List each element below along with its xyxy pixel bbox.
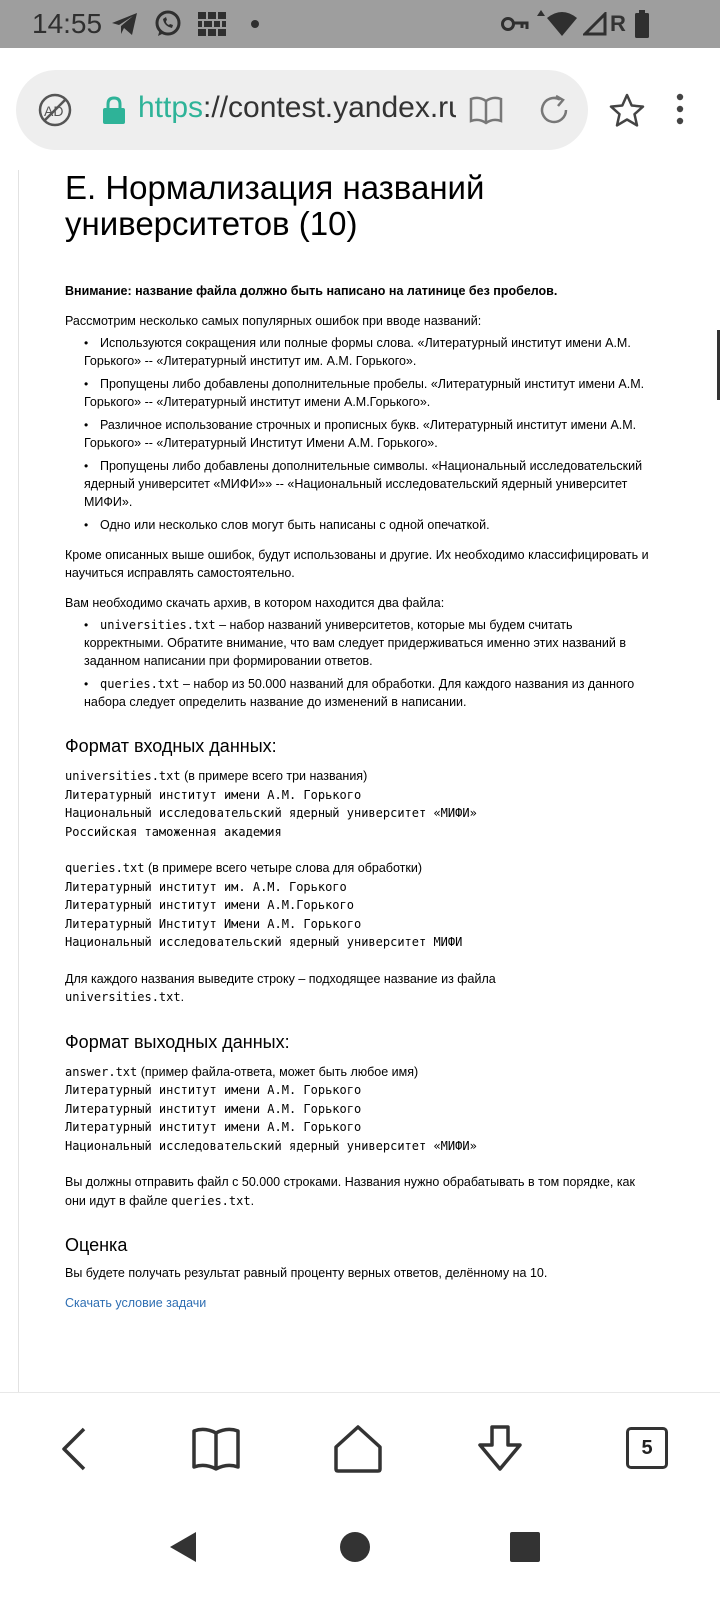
address-bar[interactable]: AD https://contest.yandex.ru [16,70,588,150]
file-name: universities.txt [65,990,181,1004]
input-instruction: Для каждого названия выведите строку – п… [65,970,655,1007]
list-item: Пропущены либо добавлены дополнительные … [84,375,655,411]
example-line: Национальный исследовательский ядерный у… [65,935,463,949]
whatsapp-icon [152,10,184,38]
list-item: queries.txt – набор из 50.000 названий д… [84,675,655,711]
example-line: Литературный институт имени А.М. Горьког… [65,1083,362,1097]
input-example: universities.txt (в примере всего три на… [65,767,655,1007]
file-name: queries.txt [100,677,180,691]
url-scheme: https [138,91,204,124]
url-text[interactable]: https://contest.yandex.ru [138,91,456,125]
system-home-icon[interactable] [338,1530,372,1564]
browser-toolbar: AD https://contest.yandex.ru [0,48,720,170]
score-text: Вы будете получать результат равный проц… [65,1266,548,1280]
example-line: Литературный институт им. А.М. Горького [65,879,347,894]
example-line: Литературный институт имени А.М. Горьког… [65,1101,362,1116]
tabs-button[interactable]: 5 [626,1427,668,1469]
instruction-end: . [250,1193,255,1208]
roaming-indicator: R [610,11,626,36]
problem-statement: E. Нормализация названий университетов (… [65,170,655,1312]
example-line: Литературный институт имени А.М. Горьког… [65,1120,362,1134]
example-note: (пример файла-ответа, может быть любое и… [137,1064,419,1079]
telegram-icon [110,10,140,38]
browser-bottom-nav: 5 [0,1392,720,1510]
home-icon[interactable] [332,1423,384,1475]
output-format-heading: Формат выходных данных: [65,1031,290,1052]
list-item: universities.txt – набор названий универ… [84,616,655,670]
file-name: universities.txt [100,618,216,632]
warning-text: Внимание: название файла должно быть нап… [65,284,558,298]
menu-icon[interactable] [670,92,690,132]
errors-list: Используются сокращения или полные формы… [65,334,655,534]
reader-mode-icon[interactable] [468,92,504,128]
output-example: answer.txt (пример файла-ответа, может б… [65,1063,655,1211]
instruction-text: Вы должны отправить файл с 50.000 строка… [65,1175,635,1208]
page-content: E. Нормализация названий университетов (… [0,170,720,1392]
back-icon[interactable] [50,1423,102,1475]
files-list: universities.txt – набор названий универ… [65,616,655,711]
example-line: Российская таможенная академия [65,824,282,839]
reload-icon[interactable] [536,92,572,128]
output-instruction: Вы должны отправить файл с 50.000 строка… [65,1173,655,1210]
dot-icon [248,10,262,38]
list-item: Одно или несколько слов могут быть напис… [84,516,655,534]
lock-icon [102,96,126,124]
left-border [18,170,19,1392]
system-recents-icon[interactable] [508,1530,542,1564]
input-format-heading: Формат входных данных: [65,736,277,756]
example-line: Национальный исследовательский ядерный у… [65,806,477,820]
download-statement-link[interactable]: Скачать условие задачи [65,1296,206,1310]
file-name: answer.txt [65,1064,138,1079]
intro-text: Рассмотрим несколько самых популярных ош… [65,314,482,328]
bookmarks-icon[interactable] [190,1423,242,1475]
example-line: Литературный Институт Имени А.М. Горьког… [65,916,362,931]
signal-icon [582,10,608,38]
url-host: ://contest.yandex.ru [203,91,456,124]
list-item: Различное использование строчных и пропи… [84,416,655,452]
vpn-key-icon [500,10,530,38]
download-icon[interactable] [474,1423,526,1475]
file-name: queries.txt [171,1193,251,1208]
page-title: E. Нормализация названий университетов (… [65,169,485,242]
adblock-icon[interactable]: AD [37,92,73,128]
example-line: Национальный исследовательский ядерный у… [65,1138,477,1153]
example-note: (в примере всего четыре слова для обрабо… [144,861,422,875]
example-line: Литературный институт имени А.М. Горьког… [65,787,362,802]
system-nav-bar [0,1510,720,1600]
file-name: queries.txt [65,861,145,875]
wall-icon [196,10,228,38]
battery-icon [632,10,652,38]
example-line: Литературный институт имени А.М.Горького [65,898,354,912]
system-back-icon[interactable] [166,1530,200,1564]
other-errors-text: Кроме описанных выше ошибок, будут испол… [65,548,649,580]
clock: 14:55 [32,8,103,39]
file-name: universities.txt [65,769,181,783]
archive-intro-text: Вам необходимо скачать архив, в котором … [65,596,445,610]
example-note: (в примере всего три названия) [180,769,368,783]
status-bar: 14:55 R [0,0,720,48]
star-icon[interactable] [608,92,646,130]
wifi-icon [534,10,580,38]
list-item: Используются сокращения или полные формы… [84,334,655,370]
score-heading: Оценка [65,1235,128,1255]
list-item: Пропущены либо добавлены дополнительные … [84,457,655,511]
instruction-text: Для каждого названия выведите строку – п… [65,971,496,986]
instruction-end: . [180,990,185,1004]
